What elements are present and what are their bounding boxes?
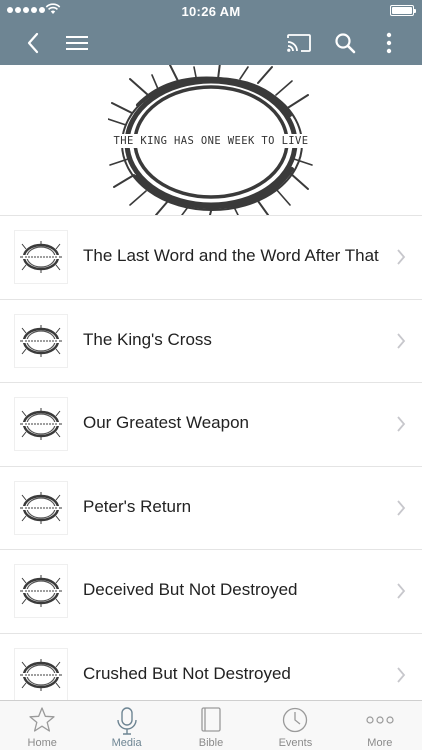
crown-of-thorns-icon xyxy=(20,241,62,273)
crown-of-thorns-icon xyxy=(20,575,62,608)
list-item[interactable]: Our Greatest Weapon xyxy=(0,382,422,466)
sermon-list: The Last Word and the Word After That Th… xyxy=(0,215,422,703)
tab-label: Home xyxy=(27,737,57,749)
status-bar: 10:26 AM xyxy=(0,0,422,22)
sermon-thumbnail xyxy=(15,648,67,701)
back-button[interactable] xyxy=(18,29,48,57)
crown-of-thorns-icon xyxy=(20,324,62,357)
banner-caption: THE KING HAS ONE WEEK TO LIVE xyxy=(108,134,314,148)
crown-of-thorns-icon xyxy=(20,491,62,524)
hamburger-menu-icon xyxy=(66,36,88,50)
chevron-right-icon xyxy=(397,667,406,683)
sermon-title: The Last Word and the Word After That xyxy=(83,246,379,265)
book-icon xyxy=(201,707,221,732)
cast-button[interactable] xyxy=(284,29,314,57)
crown-of-thorns-icon xyxy=(20,658,62,691)
menu-button[interactable] xyxy=(62,29,92,57)
sermon-title: Crushed But Not Destroyed xyxy=(83,663,291,683)
search-button[interactable] xyxy=(330,29,360,57)
list-item[interactable]: Crushed But Not Destroyed xyxy=(0,632,422,703)
chevron-left-icon xyxy=(27,32,39,54)
tab-events[interactable]: Events xyxy=(253,701,337,750)
crown-of-thorns-artwork: THE KING HAS ONE WEEK TO LIVE xyxy=(107,62,315,216)
status-time: 10:26 AM xyxy=(181,4,241,19)
sermon-thumbnail xyxy=(15,481,67,534)
cast-icon xyxy=(287,34,311,52)
sermon-title: Peter's Return xyxy=(83,496,192,516)
tab-label: Media xyxy=(111,737,142,749)
more-options-button[interactable] xyxy=(374,29,404,57)
tab-home[interactable]: Home xyxy=(0,701,84,750)
vertical-dots-icon xyxy=(386,32,392,54)
sermon-title: Our Greatest Weapon xyxy=(83,413,249,433)
clock-icon xyxy=(283,707,308,733)
series-banner: THE KING HAS ONE WEEK TO LIVE xyxy=(0,62,422,216)
header-bar: 10:26 AM xyxy=(0,0,422,65)
list-item[interactable]: The Last Word and the Word After That xyxy=(0,215,422,299)
tab-more[interactable]: More xyxy=(338,701,422,750)
chevron-right-icon xyxy=(397,333,406,349)
tab-label: Events xyxy=(278,737,313,749)
list-item[interactable]: The King's Cross xyxy=(0,298,422,383)
more-dots-icon xyxy=(366,716,394,724)
chevron-right-icon xyxy=(397,416,406,432)
list-item[interactable]: Deceived But Not Destroyed xyxy=(0,549,422,633)
battery-icon xyxy=(390,5,416,16)
tab-label: More xyxy=(367,737,393,749)
crown-of-thorns-icon xyxy=(20,408,62,441)
chevron-right-icon xyxy=(397,583,406,599)
tab-bible[interactable]: Bible xyxy=(169,701,253,750)
screen: 10:26 AM THE KING HAS ONE WEEK TO LIVE T… xyxy=(0,0,422,750)
tab-label: Bible xyxy=(198,737,224,749)
sermon-thumbnail xyxy=(15,565,67,618)
chevron-right-icon xyxy=(397,500,406,516)
star-icon xyxy=(29,707,55,732)
list-item[interactable]: Peter's Return xyxy=(0,465,422,550)
search-icon xyxy=(335,33,356,54)
sermon-title: The King's Cross xyxy=(83,329,212,349)
tab-media[interactable]: Media xyxy=(84,701,168,750)
sermon-thumbnail xyxy=(15,314,67,367)
tab-bar: Home Media Bible Events More xyxy=(0,700,422,750)
chevron-right-icon xyxy=(397,249,406,265)
microphone-icon xyxy=(116,707,137,735)
sermon-thumbnail xyxy=(15,398,67,451)
sermon-title: Deceived But Not Destroyed xyxy=(83,580,298,600)
sermon-thumbnail xyxy=(15,231,67,283)
